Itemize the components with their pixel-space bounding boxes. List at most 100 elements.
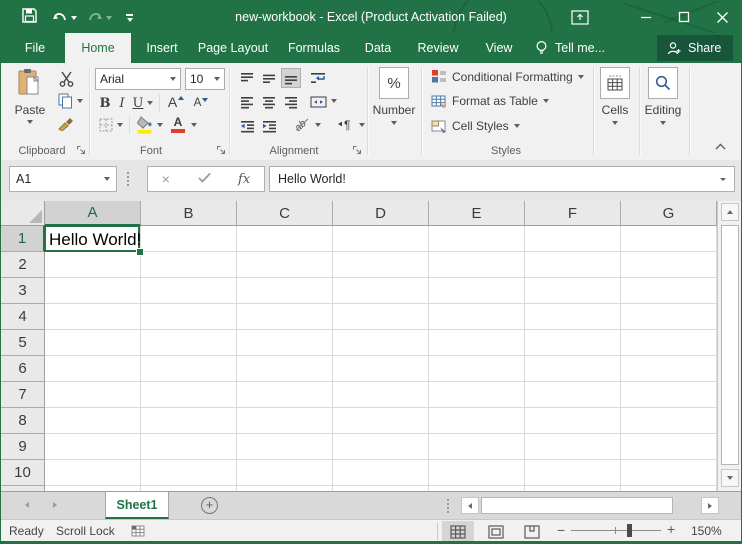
- cell-E5[interactable]: [429, 330, 525, 356]
- row-header-10[interactable]: 10: [1, 460, 45, 486]
- tab-view[interactable]: View: [475, 33, 523, 63]
- cell-B4[interactable]: [141, 304, 237, 330]
- vertical-scroll-thumb[interactable]: [721, 225, 739, 465]
- format-as-table-dropdown-icon[interactable]: [543, 99, 549, 103]
- tab-home[interactable]: Home: [65, 33, 131, 63]
- insert-function-icon[interactable]: fx: [238, 172, 250, 187]
- cell-C8[interactable]: [237, 408, 333, 434]
- borders-button[interactable]: [97, 116, 115, 134]
- top-align-button[interactable]: [237, 68, 257, 88]
- cell-F9[interactable]: [525, 434, 621, 460]
- cells-dropdown-icon[interactable]: [612, 121, 618, 125]
- cell-D7[interactable]: [333, 382, 429, 408]
- minimize-button[interactable]: [629, 1, 663, 33]
- cell-C10[interactable]: [237, 460, 333, 486]
- cell-A8[interactable]: [45, 408, 141, 434]
- cell-B9[interactable]: [141, 434, 237, 460]
- scroll-down-button[interactable]: [721, 469, 739, 487]
- cell-D1[interactable]: [333, 226, 429, 252]
- collapse-ribbon-icon[interactable]: [711, 139, 729, 153]
- select-all-corner[interactable]: [1, 201, 45, 226]
- format-as-table-button[interactable]: Format as Table: [431, 94, 549, 108]
- maximize-button[interactable]: [667, 1, 701, 33]
- text-direction-button[interactable]: ¶: [335, 114, 357, 134]
- vertical-scrollbar[interactable]: [717, 201, 742, 491]
- hscroll-right-button[interactable]: [701, 497, 719, 514]
- page-break-view-button[interactable]: [516, 521, 548, 542]
- increase-indent-button[interactable]: [259, 116, 279, 136]
- fill-color-dropdown-icon[interactable]: [157, 123, 163, 127]
- expand-formula-bar-icon[interactable]: [720, 178, 726, 181]
- tell-me-box[interactable]: Tell me...: [535, 33, 655, 63]
- row-header-2[interactable]: 2: [1, 252, 45, 278]
- cell-F3[interactable]: [525, 278, 621, 304]
- cell-F7[interactable]: [525, 382, 621, 408]
- cell-B6[interactable]: [141, 356, 237, 382]
- name-box-dropdown-icon[interactable]: [104, 177, 110, 181]
- editing-dropdown-icon[interactable]: [660, 121, 666, 125]
- tab-review[interactable]: Review: [409, 33, 467, 63]
- close-button[interactable]: [705, 1, 739, 33]
- column-header-C[interactable]: C: [237, 201, 333, 226]
- cell-C2[interactable]: [237, 252, 333, 278]
- conditional-formatting-button[interactable]: Conditional Formatting: [431, 69, 584, 84]
- orientation-dropdown-icon[interactable]: [315, 123, 321, 127]
- tab-formulas[interactable]: Formulas: [281, 33, 347, 63]
- share-button[interactable]: Share: [657, 35, 733, 61]
- cell-F5[interactable]: [525, 330, 621, 356]
- number-format-button[interactable]: % Number: [373, 67, 415, 125]
- cell-A3[interactable]: [45, 278, 141, 304]
- copy-button[interactable]: [53, 91, 87, 111]
- column-header-E[interactable]: E: [429, 201, 525, 226]
- cell-B7[interactable]: [141, 382, 237, 408]
- underline-dropdown-icon[interactable]: [147, 101, 153, 105]
- borders-dropdown-icon[interactable]: [117, 123, 123, 127]
- cell-G6[interactable]: [621, 356, 717, 382]
- clipboard-dialog-launcher-icon[interactable]: [75, 144, 87, 156]
- tab-bar-grip[interactable]: [447, 499, 449, 513]
- cell-E3[interactable]: [429, 278, 525, 304]
- column-header-G[interactable]: G: [621, 201, 717, 226]
- decrease-indent-button[interactable]: [237, 116, 257, 136]
- font-size-dropdown-icon[interactable]: [214, 77, 220, 81]
- row-header-7[interactable]: 7: [1, 382, 45, 408]
- cell-B8[interactable]: [141, 408, 237, 434]
- font-color-button[interactable]: A: [169, 114, 187, 134]
- cell-F6[interactable]: [525, 356, 621, 382]
- cell-D2[interactable]: [333, 252, 429, 278]
- zoom-level[interactable]: 150%: [691, 524, 722, 538]
- cell-B2[interactable]: [141, 252, 237, 278]
- cell-D5[interactable]: [333, 330, 429, 356]
- cell-G2[interactable]: [621, 252, 717, 278]
- cell-E9[interactable]: [429, 434, 525, 460]
- merge-center-dropdown-icon[interactable]: [331, 99, 337, 103]
- cell-E4[interactable]: [429, 304, 525, 330]
- cell-A5[interactable]: [45, 330, 141, 356]
- align-right-button[interactable]: [281, 92, 301, 112]
- row-header-9[interactable]: 9: [1, 434, 45, 460]
- format-painter-button[interactable]: [55, 113, 77, 133]
- tab-data[interactable]: Data: [355, 33, 401, 63]
- row-header-1[interactable]: 1: [1, 226, 45, 252]
- tab-insert[interactable]: Insert: [137, 33, 187, 63]
- cell-F8[interactable]: [525, 408, 621, 434]
- text-direction-dropdown-icon[interactable]: [359, 123, 365, 127]
- cancel-icon[interactable]: ×: [162, 171, 170, 187]
- cell-F4[interactable]: [525, 304, 621, 330]
- cell-styles-dropdown-icon[interactable]: [514, 124, 520, 128]
- cell-G8[interactable]: [621, 408, 717, 434]
- editing-button[interactable]: Editing: [642, 67, 684, 125]
- sheet-nav-right-icon[interactable]: [47, 498, 63, 512]
- underline-button[interactable]: U: [131, 94, 145, 112]
- row-header-6[interactable]: 6: [1, 356, 45, 382]
- cell-A6[interactable]: [45, 356, 141, 382]
- cell-A9[interactable]: [45, 434, 141, 460]
- cell-B5[interactable]: [141, 330, 237, 356]
- cells-button[interactable]: Cells: [597, 67, 633, 125]
- cell-G4[interactable]: [621, 304, 717, 330]
- tab-file[interactable]: File: [11, 33, 59, 63]
- italic-button[interactable]: I: [115, 94, 129, 112]
- increase-font-size-button[interactable]: A: [165, 92, 187, 112]
- cell-E7[interactable]: [429, 382, 525, 408]
- scroll-up-button[interactable]: [721, 203, 739, 221]
